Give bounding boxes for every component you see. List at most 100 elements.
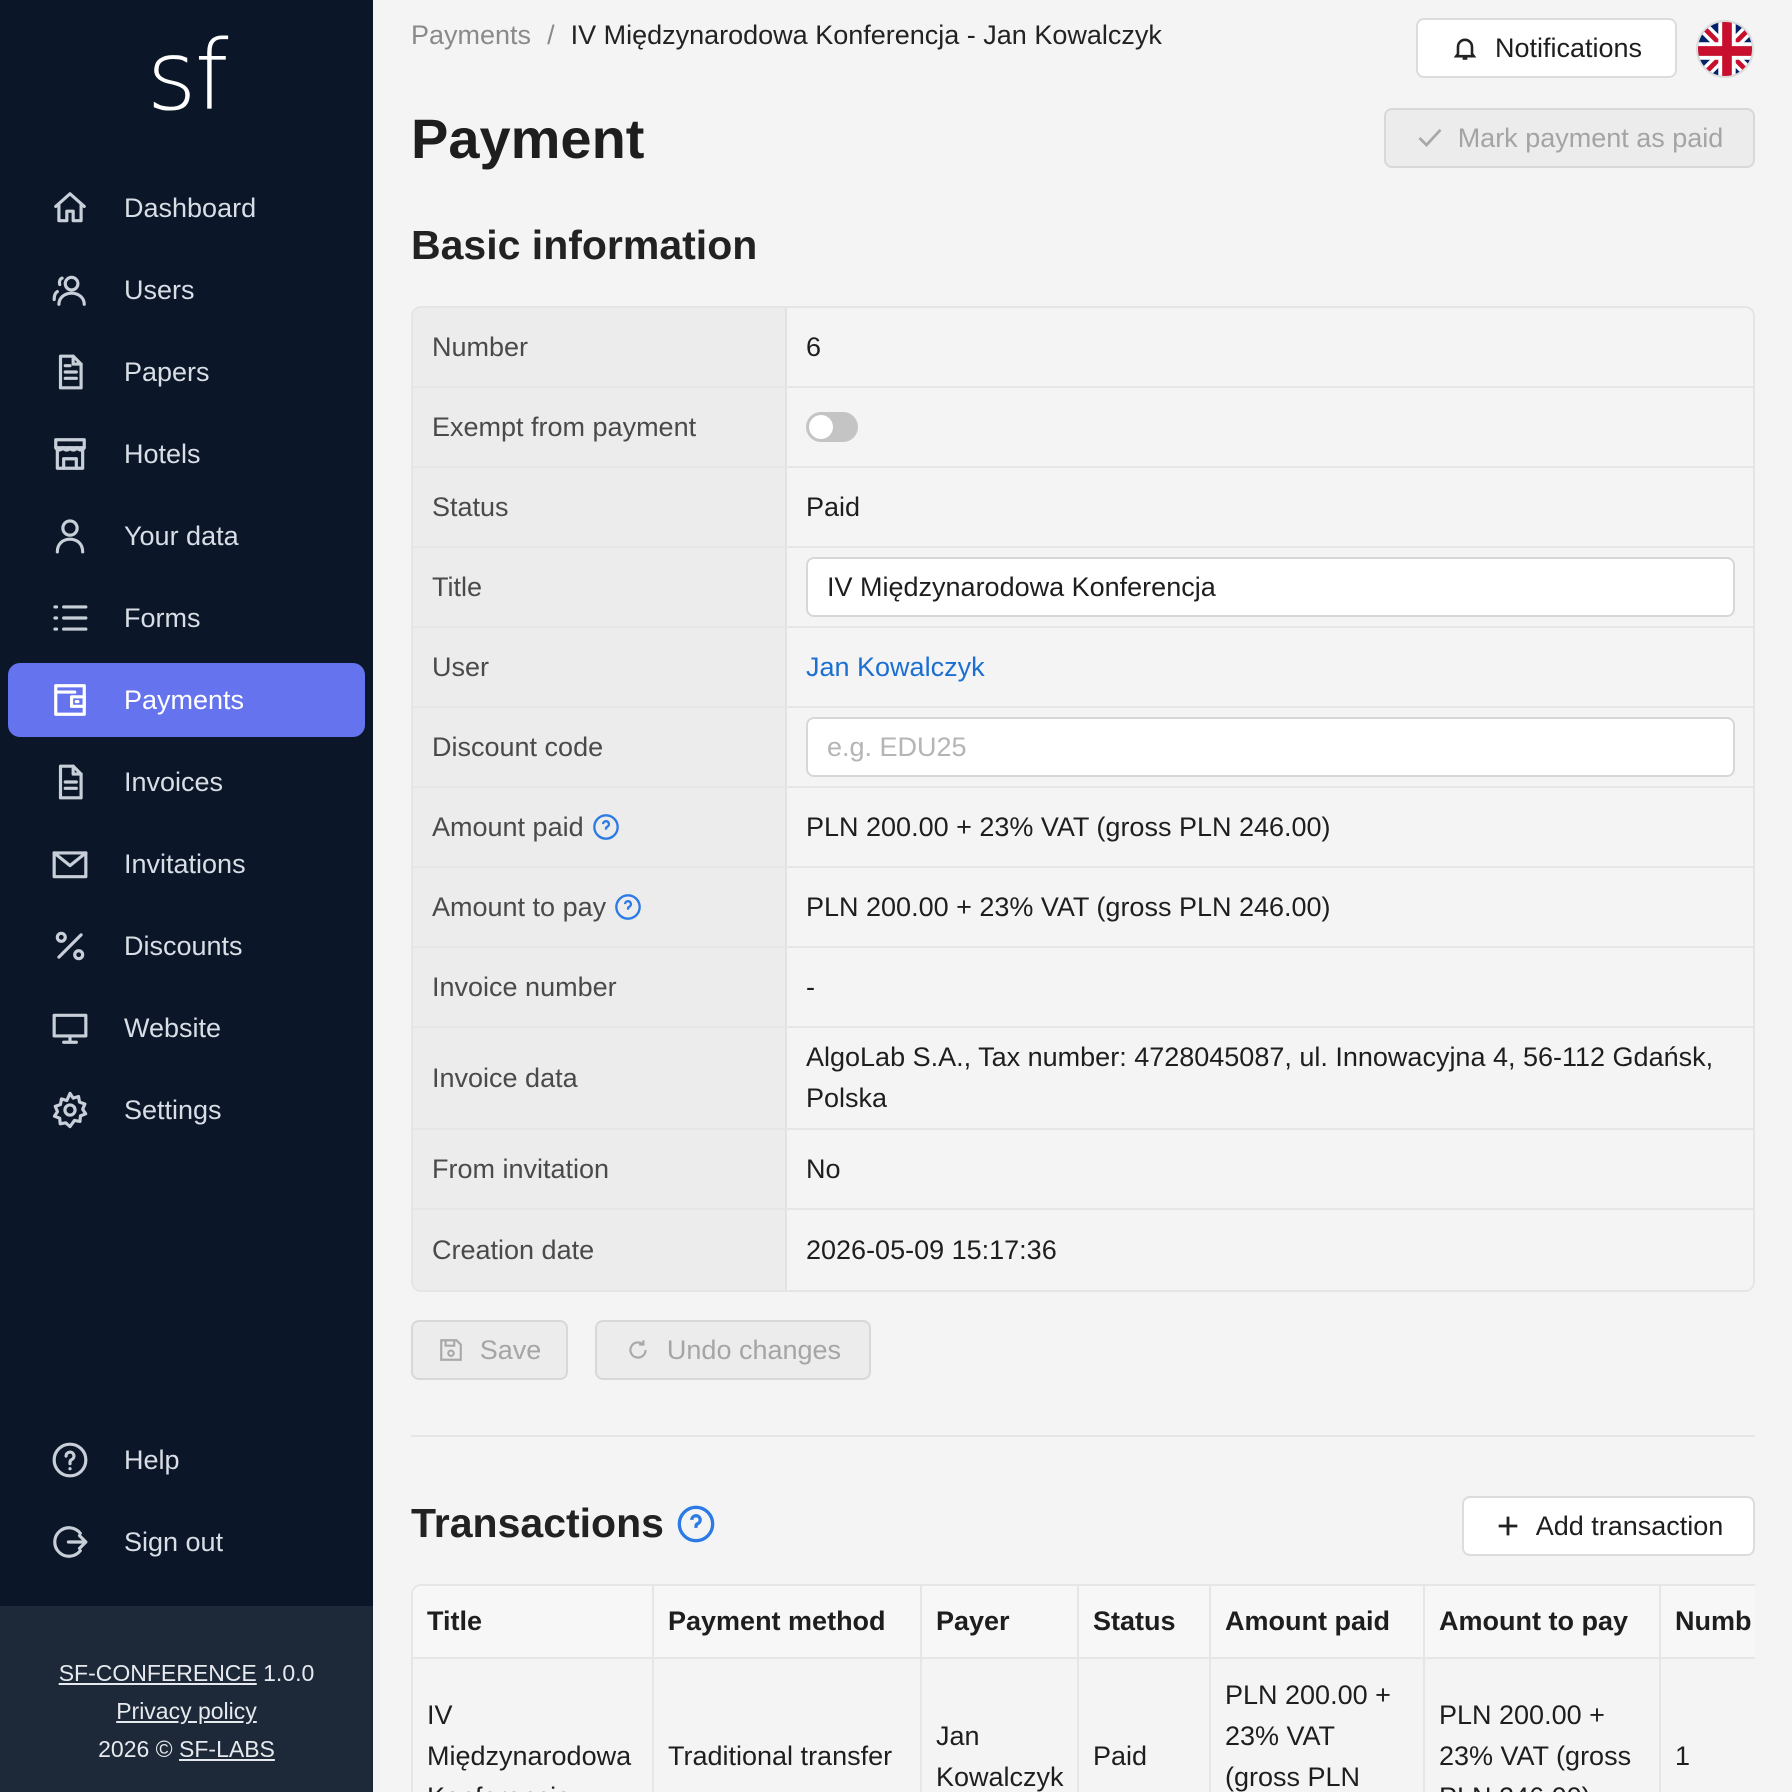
from-invitation-value: No: [806, 1153, 841, 1184]
amount-paid-key: Amount paid: [413, 788, 787, 866]
table-row[interactable]: IV Międzynarodowa Konferencja Traditiona…: [413, 1658, 1755, 1792]
product-link[interactable]: SF-CONFERENCE: [59, 1660, 257, 1686]
sidebar-item-label: Dashboard: [124, 192, 257, 223]
users-icon: [50, 270, 90, 310]
section-divider: [411, 1435, 1755, 1437]
sidebar-item-invitations[interactable]: Invitations: [8, 827, 365, 901]
row-invoice-number: Invoice number -: [413, 948, 1753, 1028]
sidebar-item-users[interactable]: Users: [8, 253, 365, 327]
column-header[interactable]: Title: [413, 1586, 654, 1659]
transactions-title: Transactions: [411, 1500, 664, 1546]
basic-information-heading: Basic information: [411, 222, 758, 268]
check-icon: [1418, 128, 1442, 148]
company-link[interactable]: SF-LABS: [179, 1736, 275, 1762]
help-icon: [50, 1440, 90, 1480]
status-label: Status: [413, 468, 787, 546]
sidebar-item-label: Help: [124, 1444, 180, 1475]
privacy-policy-link[interactable]: Privacy policy: [116, 1698, 257, 1724]
undo-changes-button[interactable]: Undo changes: [595, 1320, 871, 1380]
amount-to-pay-value: PLN 200.00 + 23% VAT (gross PLN 246.00): [806, 891, 1331, 922]
sidebar-item-settings[interactable]: Settings: [8, 1073, 365, 1147]
help-circle-icon[interactable]: [676, 1504, 716, 1544]
percent-icon: [50, 926, 90, 966]
app-logo[interactable]: sf: [0, 23, 373, 130]
user-link[interactable]: Jan Kowalczyk: [806, 652, 985, 683]
version-line: SF-CONFERENCE 1.0.0: [0, 1654, 373, 1692]
title-label: Title: [413, 548, 787, 626]
notifications-label: Notifications: [1494, 32, 1643, 63]
sidebar-bottom-nav: Help Sign out: [8, 1423, 365, 1587]
sidebar-item-papers[interactable]: Papers: [8, 335, 365, 409]
breadcrumb-payments[interactable]: Payments: [411, 20, 531, 51]
help-circle-icon[interactable]: [592, 813, 620, 841]
column-header[interactable]: Amount paid: [1210, 1586, 1425, 1659]
mark-as-paid-button[interactable]: Mark payment as paid: [1384, 108, 1755, 168]
sidebar-item-label: Users: [124, 274, 195, 305]
sidebar-item-label: Discounts: [124, 930, 243, 961]
invoice-number-value: -: [806, 971, 815, 1002]
column-header[interactable]: Amount to pay: [1424, 1586, 1661, 1659]
transactions-table: Title Payment method Payer Status Amount…: [411, 1584, 1755, 1792]
column-header[interactable]: Numb: [1660, 1586, 1755, 1659]
amount-paid-value: PLN 200.00 + 23% VAT (gross PLN 246.00): [806, 811, 1331, 842]
sidebar-item-payments[interactable]: Payments: [8, 663, 365, 737]
main-content: Payments / IV Międzynarodowa Konferencja…: [373, 0, 1792, 1792]
sidebar-item-help[interactable]: Help: [8, 1423, 365, 1497]
basic-info-table: Number 6 Exempt from payment Status Paid…: [411, 306, 1755, 1292]
column-header[interactable]: Payment method: [653, 1586, 922, 1659]
sidebar-item-label: Your data: [124, 520, 239, 551]
sign-out-icon: [50, 1522, 90, 1562]
version-text: 1.0.0: [263, 1660, 315, 1686]
plus-icon: [1498, 1516, 1518, 1536]
cell-payer: Jan Kowalczyk: [921, 1658, 1079, 1792]
column-header[interactable]: Payer: [921, 1586, 1079, 1659]
discount-code-label: Discount code: [413, 708, 787, 786]
row-invoice-data: Invoice data AlgoLab S.A., Tax number: 4…: [413, 1028, 1753, 1130]
sidebar-item-your-data[interactable]: Your data: [8, 499, 365, 573]
cell-status: Paid: [1078, 1658, 1211, 1792]
breadcrumb-separator: /: [547, 20, 555, 50]
help-circle-icon[interactable]: [614, 893, 642, 921]
cell-amount-paid: PLN 200.00 + 23% VAT (gross PLN 246.00): [1210, 1658, 1425, 1792]
add-transaction-button[interactable]: Add transaction: [1462, 1496, 1755, 1556]
sidebar-item-label: Settings: [124, 1094, 222, 1125]
amount-to-pay-label: Amount to pay: [432, 891, 607, 922]
list-icon: [50, 598, 90, 638]
sidebar-item-sign-out[interactable]: Sign out: [8, 1505, 365, 1579]
from-invitation-label: From invitation: [413, 1130, 787, 1208]
transactions-heading: Transactions: [411, 1500, 716, 1547]
sidebar-item-website[interactable]: Website: [8, 991, 365, 1065]
sidebar-item-label: Invitations: [124, 848, 246, 879]
sidebar-item-label: Payments: [124, 684, 245, 715]
sidebar-item-label: Sign out: [124, 1526, 224, 1557]
row-amount-to-pay: Amount to pay PLN 200.00 + 23% VAT (gros…: [413, 868, 1753, 948]
cell-amount-to-pay: PLN 200.00 + 23% VAT (gross PLN 246.00): [1424, 1658, 1661, 1792]
title-input[interactable]: [806, 557, 1735, 617]
sidebar-item-label: Invoices: [124, 766, 224, 797]
sidebar-item-label: Website: [124, 1012, 222, 1043]
sidebar-item-discounts[interactable]: Discounts: [8, 909, 365, 983]
creation-date-label: Creation date: [413, 1210, 787, 1290]
save-button[interactable]: Save: [411, 1320, 568, 1380]
notifications-button[interactable]: Notifications: [1416, 18, 1677, 78]
column-header[interactable]: Status: [1078, 1586, 1211, 1659]
home-icon: [50, 188, 90, 228]
discount-code-input[interactable]: [806, 717, 1735, 777]
exempt-toggle[interactable]: [806, 412, 858, 442]
row-status: Status Paid: [413, 468, 1753, 548]
sidebar-item-forms[interactable]: Forms: [8, 581, 365, 655]
sidebar-item-hotels[interactable]: Hotels: [8, 417, 365, 491]
sidebar-item-invoices[interactable]: Invoices: [8, 745, 365, 819]
creation-date-value: 2026-05-09 15:17:36: [806, 1234, 1057, 1265]
number-value: 6: [806, 331, 822, 362]
user-label: User: [413, 628, 787, 706]
add-transaction-label: Add transaction: [1535, 1510, 1724, 1541]
exempt-label: Exempt from payment: [413, 388, 787, 466]
sidebar-item-dashboard[interactable]: Dashboard: [8, 171, 365, 245]
invoice-data-label: Invoice data: [413, 1028, 787, 1128]
cell-number: 1: [1660, 1658, 1755, 1792]
save-label: Save: [479, 1334, 542, 1365]
row-number: Number 6: [413, 308, 1753, 388]
row-from-invitation: From invitation No: [413, 1130, 1753, 1210]
uk-flag-icon[interactable]: [1696, 20, 1754, 78]
